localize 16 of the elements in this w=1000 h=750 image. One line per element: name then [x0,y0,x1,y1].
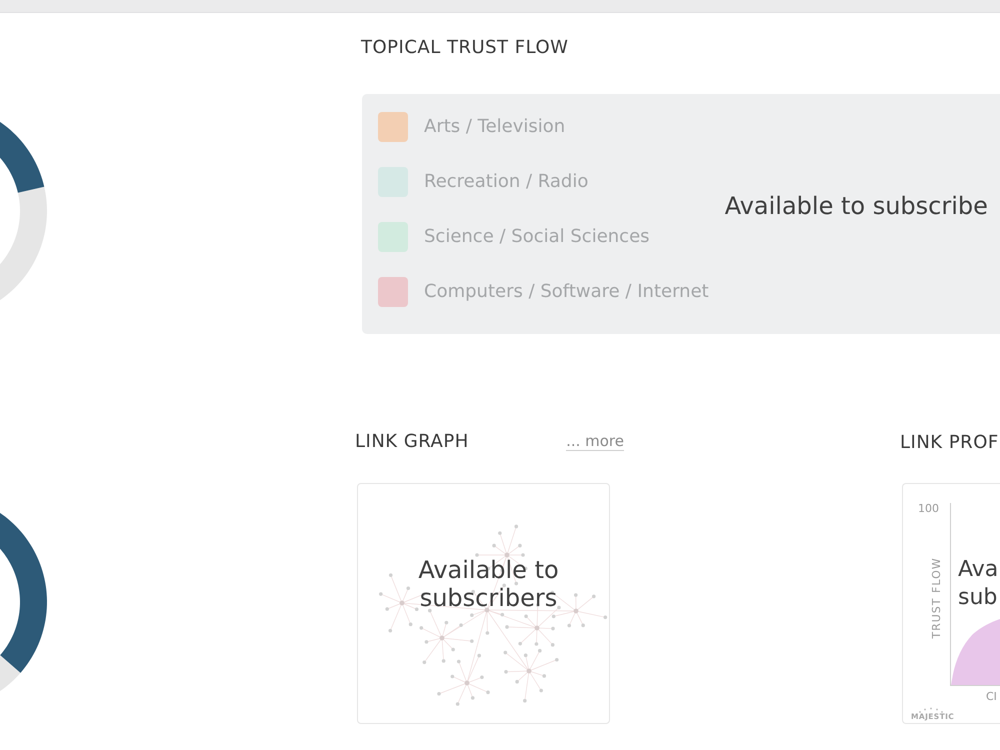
axis-tick-label: 100 [918,502,939,515]
section-title: LINK GRAPH [355,431,469,453]
category-label: Computers / Software / Internet [424,281,709,303]
chart-area [951,619,1000,685]
logo-dots-icon [919,708,943,713]
subscribers-notice: Available to subscribe [724,192,988,220]
subscribers-notice: Ava sub [958,556,998,612]
category-label: Science / Social Sciences [424,226,650,248]
section-title: LINK PROF [900,432,999,453]
category-label: Recreation / Radio [424,171,588,193]
axis-label: TRUST FLOW [930,557,943,639]
category-label: Arts / Television [424,116,566,138]
section-title: TOPICAL TRUST FLOW [361,37,568,58]
axis-label: CI [986,690,997,703]
more-link[interactable]: ... more [566,432,624,451]
subscribers-notice: Available to subscribers [417,556,560,612]
